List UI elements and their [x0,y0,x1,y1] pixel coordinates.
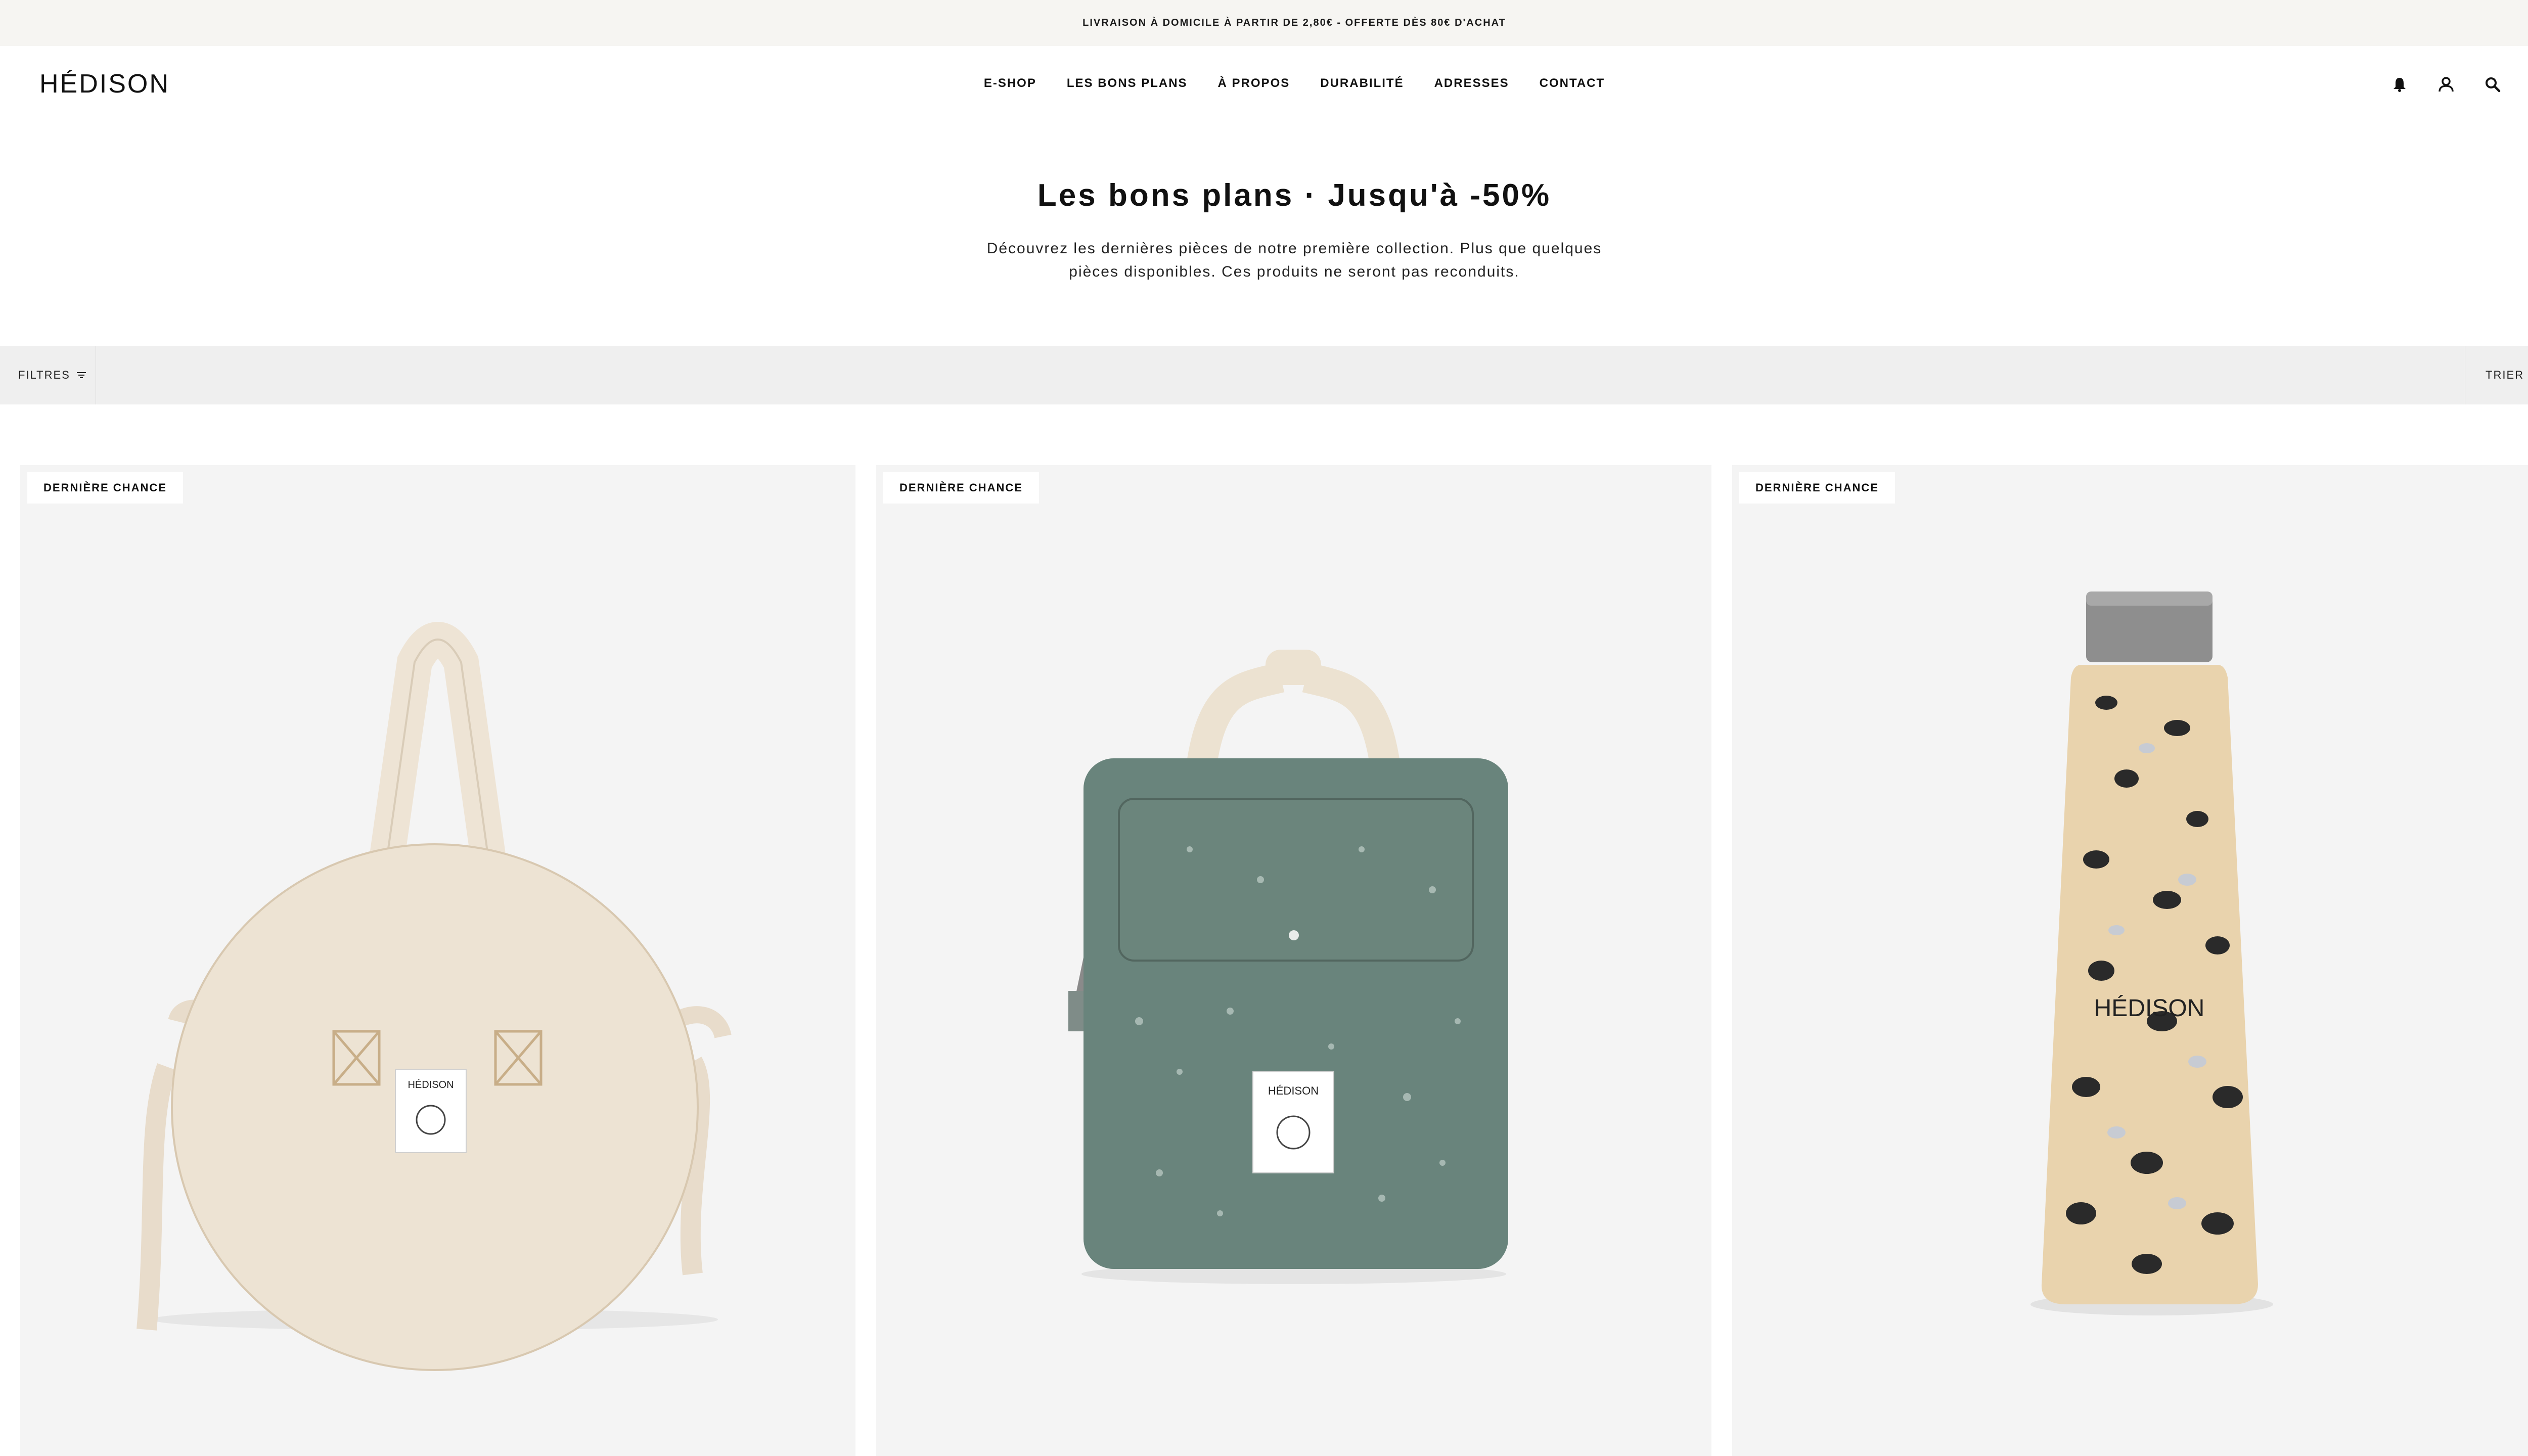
patch-text: HÉDISON [408,1079,454,1090]
header-icons [2389,74,2528,95]
filters-button[interactable]: FILTRES [0,346,96,404]
site-header: HÉDISON E-SHOP LES BONS PLANS À PROPOS D… [0,46,2528,127]
nav-item-a-propos[interactable]: À PROPOS [1218,76,1290,90]
bell-icon[interactable] [2389,74,2410,95]
bottle-image: HÉDISON [2030,592,2273,1315]
status-badge: DERNIÈRE CHANCE [1739,472,1895,504]
status-badge: DERNIÈRE CHANCE [27,472,183,504]
sort-button[interactable]: TRIER PAR [2465,346,2528,404]
product-card[interactable]: HÉDISON DERNIÈRE CHANCE [20,465,855,1456]
status-badge: DERNIÈRE CHANCE [883,472,1039,504]
collection-hero: Les bons plans · Jusqu'à -50% Découvrez … [0,127,2528,346]
account-icon[interactable] [2436,74,2456,95]
tote-bag-image: HÉDISON [137,622,732,1371]
nav-item-contact[interactable]: CONTACT [1540,76,1605,90]
announcement-text: LIVRAISON À DOMICILE À PARTIR DE 2,80€ -… [1082,17,1506,28]
product-card[interactable]: HÉDISON DERNIÈRE CHANCE [876,465,1711,1456]
filter-bar: FILTRES TRIER PAR [0,346,2528,404]
filter-lines-icon [76,369,86,382]
patch-text: HÉDISON [1268,1084,1319,1097]
nav-item-eshop[interactable]: E-SHOP [984,76,1036,90]
bottle-logo-text: HÉDISON [2094,995,2205,1022]
filters-label: FILTRES [18,369,70,381]
nav-item-bons-plans[interactable]: LES BONS PLANS [1067,76,1188,90]
announcement-bar: LIVRAISON À DOMICILE À PARTIR DE 2,80€ -… [0,0,2528,46]
product-card[interactable]: HÉDISON DERNIÈRE CHANCE [1732,465,2528,1456]
page-title: Les bons plans · Jusqu'à -50% [1037,178,1552,213]
nav-item-durabilite[interactable]: DURABILITÉ [1320,76,1404,90]
nav-item-adresses[interactable]: ADRESSES [1434,76,1509,90]
main-nav: E-SHOP LES BONS PLANS À PROPOS DURABILIT… [0,76,2528,90]
collection-description: Découvrez les dernières pièces de notre … [986,240,1602,280]
search-icon[interactable] [2482,74,2503,95]
sort-label: TRIER PAR [2486,369,2528,381]
backpack-image: HÉDISON [1068,650,1508,1284]
